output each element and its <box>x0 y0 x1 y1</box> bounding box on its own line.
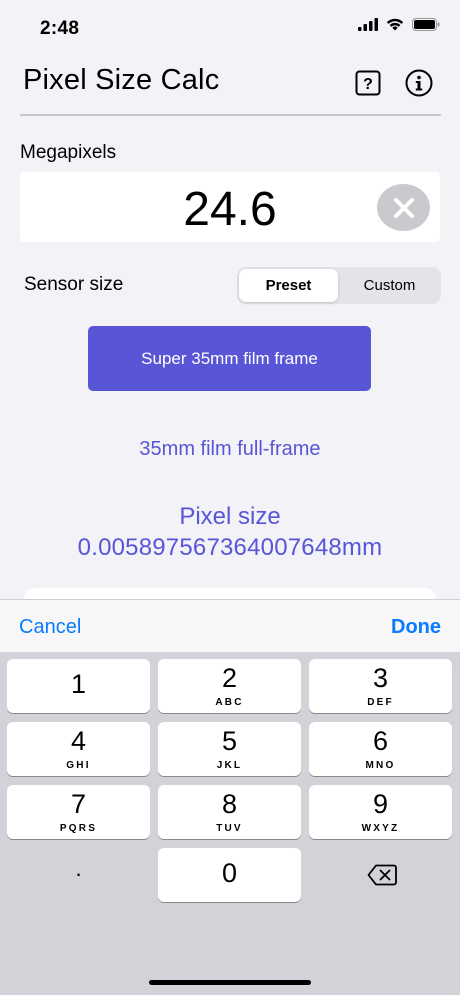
megapixels-label: Megapixels <box>20 142 117 163</box>
key-digit: 1 <box>70 669 87 699</box>
svg-text:?: ? <box>363 76 373 93</box>
key-1[interactable]: 1 <box>7 659 150 713</box>
wifi-icon <box>386 18 404 36</box>
key-9[interactable]: 9 WXYZ <box>309 785 452 839</box>
info-button[interactable] <box>405 69 433 97</box>
key-digit: 7 <box>70 789 87 819</box>
backspace-icon <box>367 864 397 886</box>
pixel-size-value: 0.005897567364007648mm <box>77 534 383 561</box>
done-button[interactable]: Done <box>391 616 441 639</box>
key-letters: GHI <box>66 760 91 771</box>
sensor-mode-segmented-control[interactable]: Preset Custom <box>237 267 441 304</box>
keyboard-toolbar: Cancel Done <box>0 599 460 653</box>
page-title: Pixel Size Calc <box>23 64 220 96</box>
key-2[interactable]: 2 ABC <box>158 659 301 713</box>
pixel-size-title: Pixel size <box>179 503 281 530</box>
key-delete[interactable] <box>309 848 452 902</box>
close-icon <box>393 197 414 218</box>
status-time: 2:48 <box>40 18 80 39</box>
key-letters: DEF <box>367 697 394 708</box>
number-keypad: 1 2 ABC 3 DEF 4 GHI 5 JKL 6 MNO 7 PQRS 8… <box>0 652 460 995</box>
sensor-size-label: Sensor size <box>24 274 124 295</box>
clear-button[interactable] <box>377 184 430 231</box>
home-indicator[interactable] <box>149 980 311 985</box>
key-digit: 2 <box>221 663 238 693</box>
key-digit: 5 <box>221 726 238 756</box>
key-6[interactable]: 6 MNO <box>309 722 452 776</box>
key-digit: 6 <box>372 726 389 756</box>
key-decimal-label: . <box>75 856 82 881</box>
alternate-preset-link[interactable]: 35mm film full-frame <box>0 438 460 461</box>
key-digit: 9 <box>372 789 389 819</box>
info-icon <box>405 69 433 97</box>
key-4[interactable]: 4 GHI <box>7 722 150 776</box>
header-divider <box>20 114 441 116</box>
key-digit: 4 <box>70 726 87 756</box>
question-icon: ? <box>355 70 381 96</box>
key-letters: JKL <box>216 760 243 771</box>
key-letters: TUV <box>216 823 243 834</box>
status-icons <box>358 18 440 36</box>
key-decimal[interactable]: . <box>7 848 150 902</box>
key-0[interactable]: 0 <box>158 848 301 902</box>
segment-preset[interactable]: Preset <box>239 269 338 302</box>
key-3[interactable]: 3 DEF <box>309 659 452 713</box>
key-5[interactable]: 5 JKL <box>158 722 301 776</box>
key-letters: PQRS <box>59 823 98 834</box>
key-letters: WXYZ <box>361 823 400 834</box>
segment-custom[interactable]: Custom <box>340 269 439 302</box>
megapixels-input[interactable]: 24.6 <box>20 172 440 242</box>
key-8[interactable]: 8 TUV <box>158 785 301 839</box>
sensor-preset-button[interactable]: Super 35mm film frame <box>88 326 371 391</box>
key-digit: 8 <box>221 789 238 819</box>
key-7[interactable]: 7 PQRS <box>7 785 150 839</box>
key-letters: ABC <box>215 697 244 708</box>
help-button[interactable]: ? <box>354 69 382 97</box>
cancel-button[interactable]: Cancel <box>19 616 81 639</box>
key-digit: 0 <box>221 858 238 888</box>
key-digit: 3 <box>372 663 389 693</box>
battery-icon <box>412 18 440 36</box>
key-letters: MNO <box>365 760 396 771</box>
signal-icon <box>358 18 378 36</box>
